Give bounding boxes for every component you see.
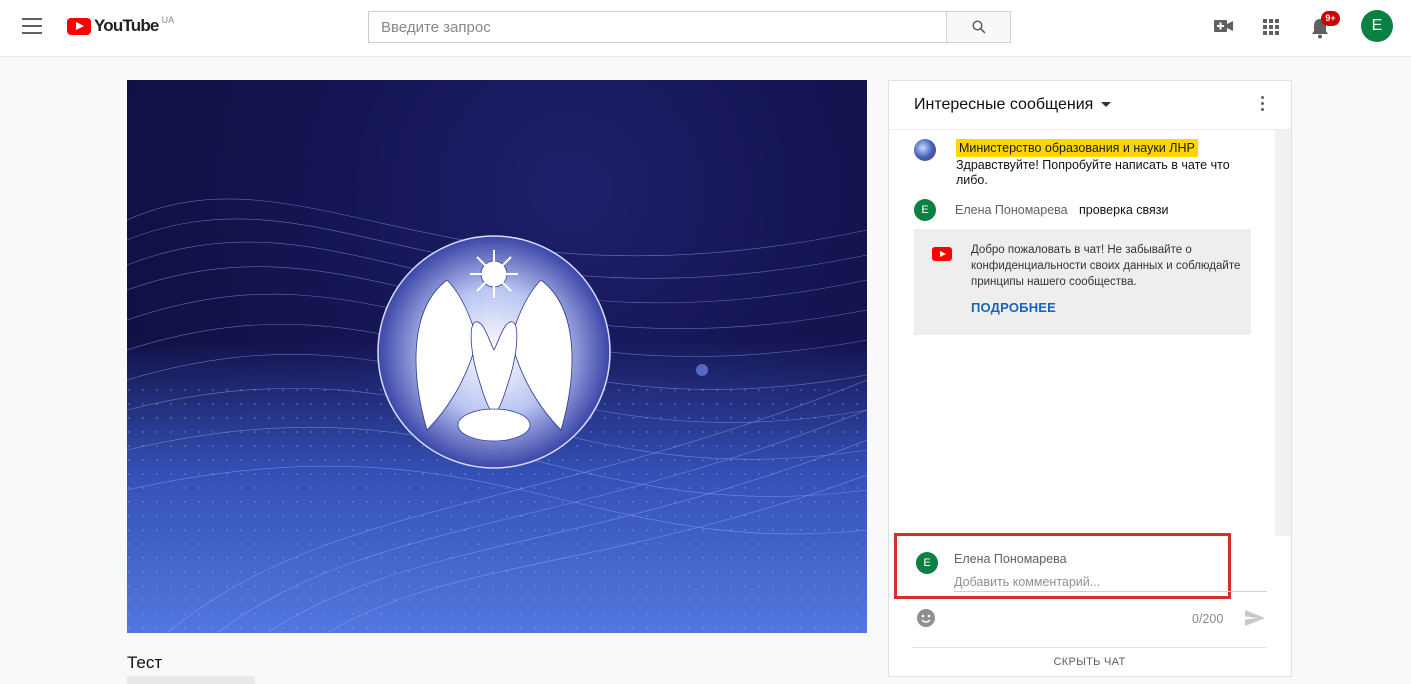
top-bar: YouTube UA 9+ E: [0, 0, 1411, 57]
youtube-logo[interactable]: YouTube UA: [67, 15, 175, 38]
video-player[interactable]: [127, 80, 867, 633]
message-text: проверка связи: [1079, 203, 1169, 217]
pinned-message: Министерство образования и науки ЛНР Здр…: [889, 130, 1274, 194]
chat-header: Интересные сообщения: [889, 81, 1291, 130]
chat-mode-dropdown[interactable]: Интересные сообщения: [914, 96, 1112, 114]
hamburger-menu-icon[interactable]: [22, 18, 42, 34]
create-video-icon[interactable]: [1214, 18, 1234, 34]
chat-welcome-notice: Добро пожаловать в чат! Не забывайте о к…: [914, 229, 1251, 335]
emoji-icon[interactable]: [916, 608, 936, 628]
author-avatar: [914, 139, 936, 161]
send-icon[interactable]: [1244, 608, 1266, 628]
divider: [912, 647, 1267, 648]
caret-down-icon: [1101, 102, 1112, 108]
more-options-icon[interactable]: [1259, 96, 1265, 114]
logo-region: UA: [161, 15, 175, 25]
welcome-text: Добро пожаловать в чат! Не забывайте о к…: [971, 244, 1241, 288]
notifications-badge: 9+: [1321, 11, 1340, 26]
pinned-message-text: Здравствуйте! Попробуйте написать в чате…: [956, 158, 1230, 187]
video-meta-placeholder: [127, 676, 255, 684]
chat-message: E Елена Пономарева проверка связи: [889, 199, 1274, 221]
video-frame-graphic: [127, 198, 867, 633]
search-icon: [972, 20, 986, 34]
learn-more-link[interactable]: ПОДРОБНЕЕ: [971, 300, 1056, 315]
pinned-author-name[interactable]: Министерство образования и науки ЛНР: [956, 139, 1198, 157]
account-avatar[interactable]: E: [1361, 10, 1393, 42]
search-button[interactable]: [946, 11, 1011, 43]
chat-scrollbar[interactable]: [1275, 130, 1291, 536]
hide-chat-button[interactable]: СКРЫТЬ ЧАТ: [912, 656, 1267, 668]
video-title: Тест: [127, 653, 163, 672]
youtube-icon: [932, 247, 952, 261]
author-name[interactable]: Елена Пономарева: [955, 203, 1068, 217]
composer-author-name: Елена Пономарева: [954, 552, 1067, 566]
comment-input[interactable]: [954, 572, 1267, 592]
search-input[interactable]: [369, 12, 946, 42]
logo-text: YouTube: [94, 16, 159, 35]
apps-grid-icon[interactable]: [1262, 18, 1280, 36]
author-avatar: E: [914, 199, 936, 221]
composer-avatar: E: [916, 552, 938, 574]
char-counter: 0/200: [1192, 612, 1224, 626]
chat-mode-label: Интересные сообщения: [914, 96, 1094, 113]
search-box: [368, 11, 946, 43]
youtube-play-icon: [67, 18, 91, 35]
